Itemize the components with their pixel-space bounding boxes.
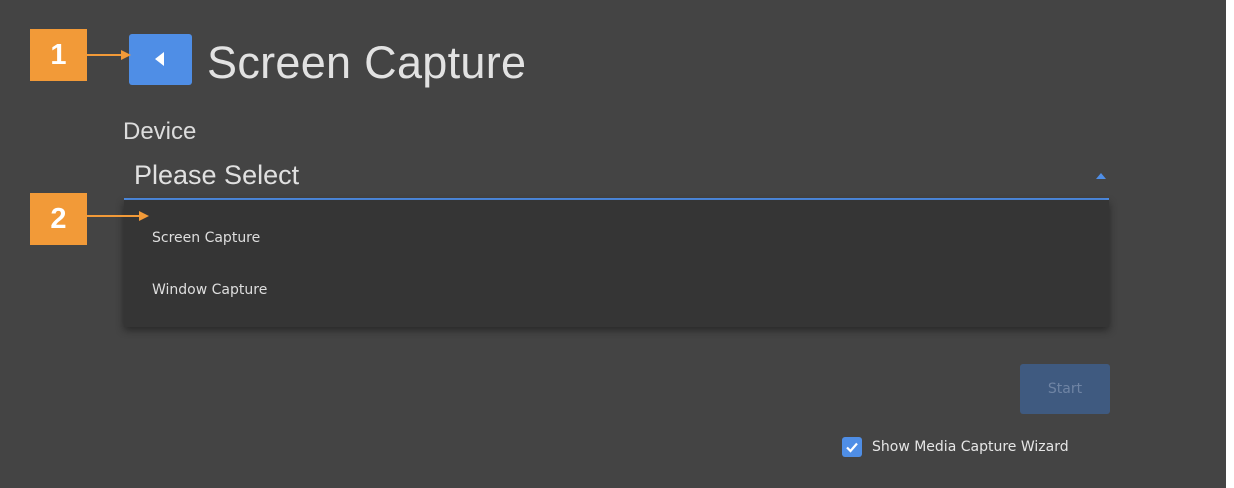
callout-badge-2: 2 bbox=[30, 193, 87, 245]
dropdown-option-screen-capture[interactable]: Screen Capture bbox=[124, 215, 1109, 265]
caret-up-icon bbox=[1096, 173, 1106, 179]
frame-edge bbox=[1226, 0, 1234, 488]
option-label: Window Capture bbox=[152, 282, 268, 298]
show-wizard-checkbox[interactable] bbox=[842, 437, 862, 457]
device-label: Device bbox=[123, 118, 197, 145]
page-title: Screen Capture bbox=[207, 37, 527, 88]
checkmark-icon bbox=[846, 442, 858, 453]
callout-badge-1: 1 bbox=[30, 29, 87, 81]
device-select-value: Please Select bbox=[134, 160, 300, 190]
option-label: Screen Capture bbox=[152, 230, 261, 246]
show-wizard-option[interactable]: Show Media Capture Wizard bbox=[842, 435, 1069, 459]
dropdown-option-window-capture[interactable]: Window Capture bbox=[124, 267, 1109, 317]
callout-arrow-1-icon bbox=[87, 50, 131, 60]
back-button[interactable] bbox=[129, 34, 192, 85]
device-select[interactable]: Please Select bbox=[124, 156, 1109, 200]
device-dropdown-menu: Screen Capture Window Capture bbox=[124, 200, 1109, 327]
start-button[interactable]: Start bbox=[1020, 364, 1110, 414]
chevron-left-icon bbox=[155, 52, 164, 66]
show-wizard-label: Show Media Capture Wizard bbox=[872, 439, 1069, 455]
callout-arrow-2-icon bbox=[87, 211, 149, 221]
